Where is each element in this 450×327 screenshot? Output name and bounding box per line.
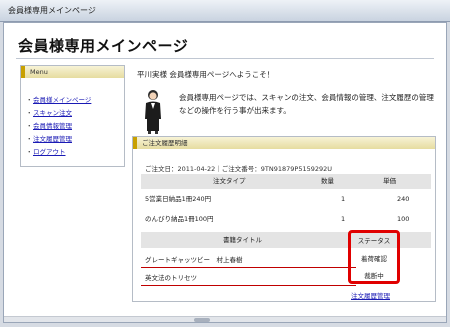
page-title: 会員様専用メインページ [18,37,189,55]
menu-item-main-page[interactable]: 会員様メインページ [26,94,124,107]
window-title: 会員様専用メインページ [8,6,96,15]
menu-list: 会員様メインページ スキャン注文 会員情報管理 注文履歴管理 ログアウト [21,78,124,159]
welcome-message: 平川実様 会員様専用ページへようこそ！ [137,70,275,79]
col-status: ステータス [357,237,391,245]
menu-item-scan-order[interactable]: スキャン注文 [26,107,124,120]
window-titlebar: 会員様専用メインページ [0,0,450,22]
menu-heading: Menu [21,66,124,78]
book-row: 英文法のトリセツ [141,270,356,286]
col-unit-price: 単価 [383,177,396,185]
order-qty: 1 [341,215,346,223]
history-heading: ご注文履歴明細 [133,137,435,149]
book-title: グレートギャッツビー 村上春樹 [145,256,243,264]
order-qty: 1 [341,195,346,203]
status-received: 着荷確認 [361,255,387,263]
order-type: のんびり納品1冊100円 [145,215,214,223]
info-text: 会員様専用ページでは、スキャンの注文、会員情報の管理、注文履歴の管理などの操作を… [179,93,434,115]
book-row: グレートギャッツビー 村上春樹 [141,252,356,268]
title-divider [16,58,434,59]
order-row: のんびり納品1冊100円 1 100 [141,212,431,227]
side-menu: Menu 会員様メインページ スキャン注文 会員情報管理 注文履歴管理 ログアウ… [20,65,125,167]
order-row: 5営業日納品1冊240円 1 240 [141,192,431,207]
col-book-title: 書籍タイトル [223,236,262,244]
horizontal-scrollbar[interactable] [4,316,446,322]
order-history-link[interactable]: 注文履歴管理 [351,290,390,300]
order-table-header: 注文タイプ 数量 単価 [141,174,431,189]
menu-item-order-history[interactable]: 注文履歴管理 [26,133,124,146]
order-price: 240 [397,195,410,203]
book-title: 英文法のトリセツ [145,274,197,282]
businesswoman-illustration [145,90,161,134]
order-history-panel: ご注文履歴明細 ご注文日：2011-04-22｜ご注文番号：9TN91879P5… [132,136,436,302]
col-quantity: 数量 [321,177,334,185]
status-highlight: ステータス 着荷確認 裁断中 [348,230,400,284]
status-cutting: 裁断中 [364,272,384,280]
order-price: 100 [397,215,410,223]
menu-item-logout[interactable]: ログアウト [26,146,124,159]
order-info: ご注文日：2011-04-22｜ご注文番号：9TN91879P5159292U [145,165,333,173]
order-type: 5営業日納品1冊240円 [145,195,212,203]
menu-item-member-info[interactable]: 会員情報管理 [26,120,124,133]
col-order-type: 注文タイプ [213,177,246,185]
page-frame: 会員様専用メインページ Menu 会員様メインページ スキャン注文 会員情報管理… [3,22,447,323]
scrollbar-thumb[interactable] [194,318,210,322]
